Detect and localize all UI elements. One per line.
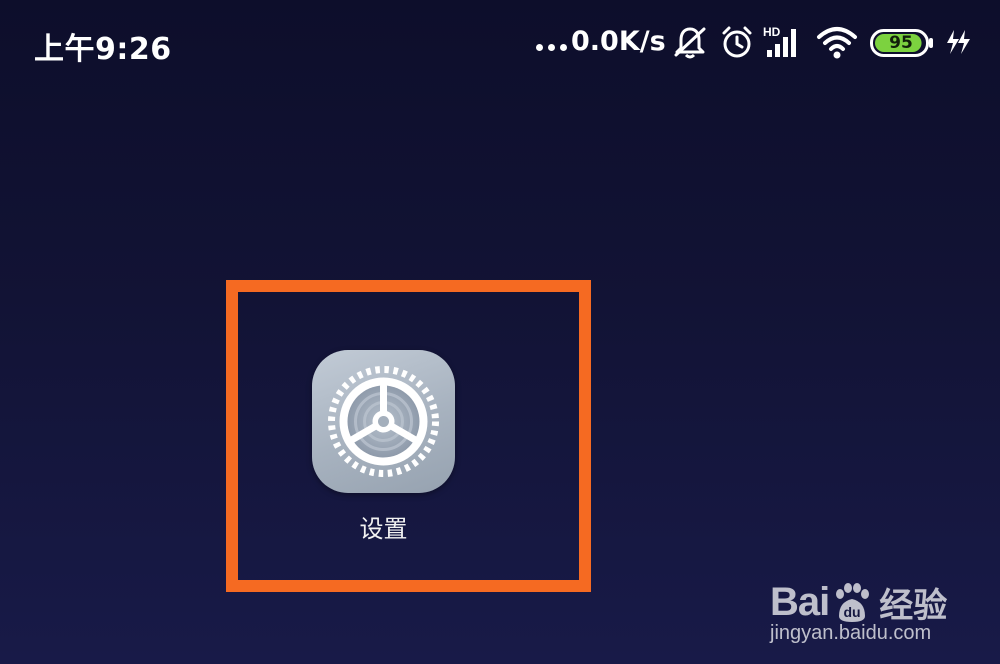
gear-icon bbox=[328, 366, 439, 477]
watermark-url: jingyan.baidu.com bbox=[770, 622, 932, 644]
watermark-logo-right: 经验 bbox=[879, 586, 948, 626]
settings-app-label[interactable]: 设置 bbox=[312, 509, 455, 544]
watermark-logo-left: Bai bbox=[770, 580, 830, 624]
mute-bell-icon bbox=[674, 27, 706, 59]
signal-bars-icon: HD bbox=[763, 25, 796, 57]
baidu-paw-logo: du bbox=[836, 582, 870, 622]
wifi-icon bbox=[817, 27, 857, 59]
status-time: 上午9:26 bbox=[34, 32, 172, 67]
charging-icon bbox=[947, 30, 970, 54]
watermark-logo-glyph: du bbox=[844, 604, 861, 620]
settings-app-icon[interactable] bbox=[312, 350, 455, 493]
network-speed: 0.0K/s bbox=[571, 26, 666, 57]
more-dots-icon bbox=[536, 44, 567, 51]
alarm-clock-icon bbox=[722, 26, 752, 58]
status-bar: 上午9:26 0.0K/s HD 95 bbox=[0, 0, 1000, 90]
baidu-jingyan-watermark: Bai du 经验 bbox=[770, 578, 947, 627]
battery-level: 95 bbox=[889, 33, 913, 53]
network-type-label: HD bbox=[763, 25, 781, 39]
